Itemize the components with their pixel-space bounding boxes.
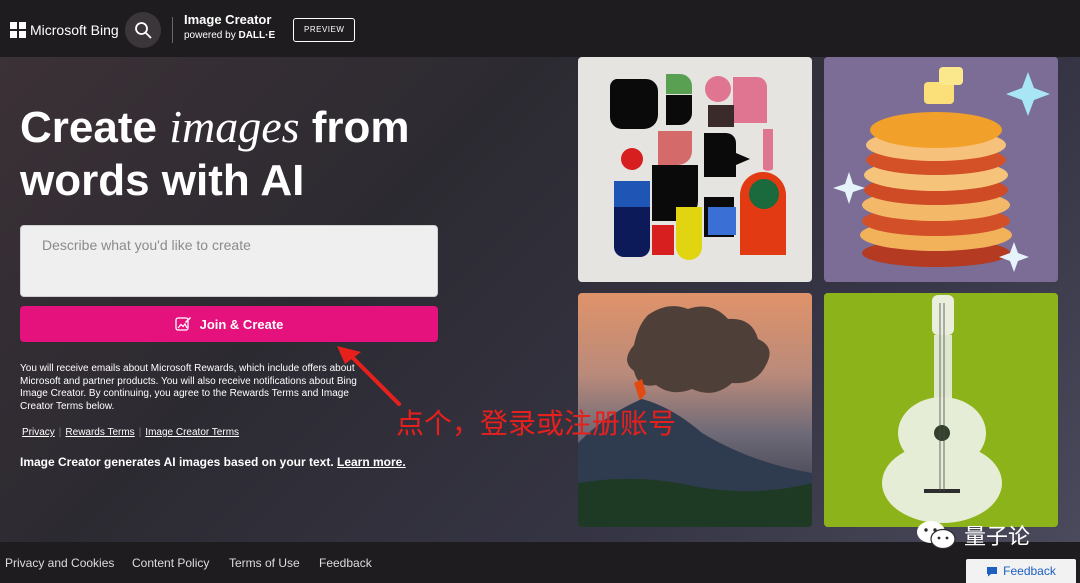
microsoft-logo-icon[interactable]	[10, 22, 26, 38]
sample-image-abstract-shapes[interactable]	[578, 57, 812, 282]
feedback-button-label: Feedback	[1003, 564, 1056, 578]
search-icon	[135, 22, 152, 39]
preview-badge: PREVIEW	[293, 18, 356, 42]
watermark: 量子论	[916, 518, 1030, 552]
header-divider	[172, 17, 173, 43]
generation-note: Image Creator generates AI images based …	[20, 455, 406, 469]
join-button-label: Join & Create	[199, 316, 284, 332]
wechat-icon	[917, 521, 956, 550]
image-create-icon	[174, 317, 191, 331]
image-creator-terms-link[interactable]: Image Creator Terms	[145, 427, 239, 438]
top-bar: Microsoft Bing Image Creator powered by …	[0, 0, 1080, 57]
watermark-text: 量子论	[964, 525, 1031, 550]
search-button[interactable]	[125, 12, 161, 48]
annotation-arrow-icon	[337, 346, 401, 406]
sample-image-flower-guitar[interactable]	[824, 293, 1058, 527]
learn-more-link[interactable]: Learn more.	[337, 455, 406, 469]
app-title[interactable]: Image Creator	[184, 12, 271, 27]
rewards-notice: You will receive emails about Microsoft …	[20, 363, 357, 412]
legal-links: Privacy | Rewards Terms | Image Creator Term…	[22, 427, 240, 438]
footer-privacy-cookies-link[interactable]: Privacy and Cookies	[5, 556, 114, 570]
footer-feedback-link[interactable]: Feedback	[319, 556, 372, 570]
brand-name[interactable]: Microsoft Bing	[30, 22, 119, 38]
page-headline: Create images from words with AI	[20, 101, 410, 205]
footer-terms-of-use-link[interactable]: Terms of Use	[229, 556, 300, 570]
join-and-create-button[interactable]: Join & Create	[20, 306, 438, 342]
sample-image-pancake-stack[interactable]	[824, 57, 1058, 282]
footer-content-policy-link[interactable]: Content Policy	[132, 556, 209, 570]
annotation-text: 点个，登录或注册账号	[396, 407, 677, 440]
app-subtitle: powered by DALL·E	[184, 30, 276, 41]
feedback-button[interactable]: Feedback	[966, 559, 1076, 583]
rewards-terms-link[interactable]: Rewards Terms	[65, 427, 134, 438]
privacy-link[interactable]: Privacy	[22, 427, 55, 438]
chat-bubble-icon	[987, 566, 998, 576]
prompt-input[interactable]	[20, 225, 438, 297]
